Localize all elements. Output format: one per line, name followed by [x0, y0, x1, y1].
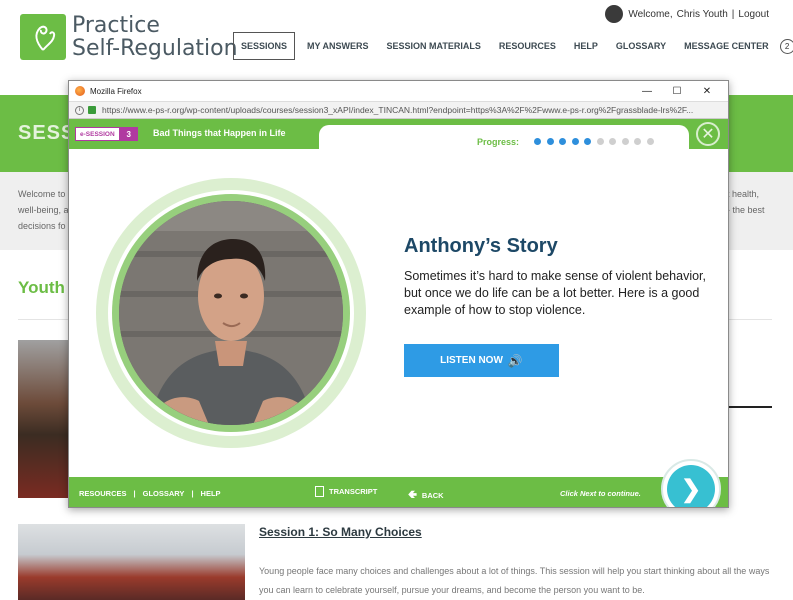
course-player: e-SESSION 3 Bad Things that Happen in Li… — [69, 119, 728, 507]
back-button[interactable]: 🢀 BACK — [408, 486, 444, 505]
logout-link[interactable]: Logout — [738, 9, 769, 20]
progress-dot-pending — [621, 138, 629, 145]
url-bar[interactable]: i https://www.e-ps-r.org/wp-content/uplo… — [69, 101, 728, 119]
intro-line: well-being, a — [18, 205, 68, 215]
nav-message-center[interactable]: MESSAGE CENTER — [675, 33, 778, 59]
next-button[interactable]: ❯ — [661, 459, 721, 507]
progress-label: Progress: — [477, 137, 520, 147]
footer-separator: | — [191, 489, 194, 498]
main-nav: SESSIONS MY ANSWERS SESSION MATERIALS RE… — [233, 32, 793, 60]
intro-text-left: Welcome to well-being, a decisions fo — [18, 186, 68, 234]
avatar[interactable] — [605, 5, 624, 23]
footer-glossary-link[interactable]: GLOSSARY — [143, 489, 185, 498]
info-icon[interactable]: i — [75, 105, 84, 115]
session-thumbnail[interactable] — [18, 340, 70, 498]
back-label: BACK — [421, 491, 444, 500]
footer-separator: | — [133, 489, 136, 498]
firefox-icon — [75, 86, 85, 96]
progress-dot-pending — [634, 138, 641, 145]
screen: Practice Self-Regulation Welcome, Chris … — [0, 0, 793, 600]
intro-line: Welcome to — [18, 189, 66, 199]
footer-links: RESOURCES | GLOSSARY | HELP — [79, 489, 221, 498]
session-description: Young people face many choices and chall… — [259, 566, 770, 595]
nav-my-answers[interactable]: MY ANSWERS — [298, 33, 378, 59]
session-title-link[interactable]: Session 1: So Many Choices — [259, 525, 422, 539]
site-header: Practice Self-Regulation Welcome, Chris … — [0, 0, 793, 88]
portrait-frame — [96, 178, 366, 448]
section-heading: Youth — [18, 278, 65, 297]
nav-help[interactable]: HELP — [565, 33, 607, 59]
story-text: Sometimes it’s hard to make sense of vio… — [404, 269, 707, 317]
progress-dot-complete — [534, 138, 541, 145]
progress-dots — [534, 138, 659, 145]
nav-session-materials[interactable]: SESSION MATERIALS — [378, 33, 490, 59]
close-window-icon[interactable]: ✕ — [692, 83, 722, 99]
nav-glossary[interactable]: GLOSSARY — [607, 33, 675, 59]
progress-dot-complete — [584, 138, 591, 145]
url-text[interactable]: https://www.e-ps-r.org/wp-content/upload… — [102, 105, 722, 115]
intro-line: decisions fo — [18, 221, 66, 231]
divider — [727, 406, 772, 408]
listen-now-button[interactable]: LISTEN NOW 🔊 — [404, 344, 559, 377]
progress-dot-pending — [609, 138, 616, 145]
story-title: Anthony’s Story — [404, 235, 558, 257]
course-title: Bad Things that Happen in Life — [153, 128, 286, 138]
nav-resources[interactable]: RESOURCES — [490, 33, 565, 59]
banner-title: SESS — [18, 122, 76, 144]
progress-dot-complete — [546, 138, 554, 145]
maximize-icon[interactable]: ☐ — [662, 83, 692, 99]
user-name[interactable]: Chris Youth — [677, 9, 728, 20]
course-footer: RESOURCES | GLOSSARY | HELP TRANSCRIPT 🢀… — [69, 477, 728, 507]
lock-icon — [88, 106, 96, 114]
message-count-badge[interactable]: 2 — [779, 38, 793, 54]
progress-dot-pending — [646, 138, 654, 145]
back-arrow-icon: 🢀 — [408, 489, 417, 501]
window-controls: — ☐ ✕ — [632, 83, 722, 99]
session-number: 3 — [119, 127, 138, 141]
logo-swirl-icon — [20, 14, 66, 60]
progress-dot-complete — [559, 138, 566, 145]
logo-line1: Practice — [72, 13, 160, 38]
esession-label: e-SESSION — [75, 127, 120, 141]
transcript-icon — [315, 486, 324, 497]
session-thumbnail[interactable] — [18, 524, 245, 600]
close-circle-icon[interactable]: ✕ — [696, 122, 720, 146]
intro-text-right: t health, - the best — [727, 186, 787, 218]
transcript-label: TRANSCRIPT — [329, 487, 378, 496]
intro-line: - the best — [727, 205, 765, 215]
footer-help-link[interactable]: HELP — [201, 489, 221, 498]
welcome-text: Welcome, — [628, 8, 673, 20]
minimize-icon[interactable]: — — [632, 83, 662, 99]
progress-dot-pending — [596, 138, 604, 145]
esession-badge: e-SESSION 3 — [75, 127, 138, 141]
site-logo[interactable]: Practice Self-Regulation — [20, 14, 238, 60]
user-area: Welcome, Chris Youth | Logout — [605, 5, 773, 23]
next-arrow-icon: ❯ — [667, 465, 715, 507]
footer-resources-link[interactable]: RESOURCES — [79, 489, 127, 498]
firefox-popup-window: Mozilla Firefox — ☐ ✕ i https://www.e-ps… — [68, 80, 729, 508]
transcript-button[interactable]: TRANSCRIPT — [315, 486, 377, 497]
window-titlebar[interactable]: Mozilla Firefox — ☐ ✕ — [69, 81, 728, 101]
intro-line: t health, — [727, 189, 760, 199]
anthony-portrait-image — [119, 201, 343, 425]
window-title: Mozilla Firefox — [90, 86, 142, 96]
logo-line2: Self-Regulation — [72, 36, 238, 61]
click-next-hint: Click Next to continue. — [560, 489, 641, 498]
user-separator: | — [731, 8, 735, 20]
speaker-icon: 🔊 — [507, 353, 523, 368]
nav-sessions[interactable]: SESSIONS — [233, 32, 296, 60]
course-header: e-SESSION 3 Bad Things that Happen in Li… — [69, 119, 728, 155]
progress-dot-complete — [571, 138, 579, 145]
listen-label: LISTEN NOW — [440, 355, 503, 366]
